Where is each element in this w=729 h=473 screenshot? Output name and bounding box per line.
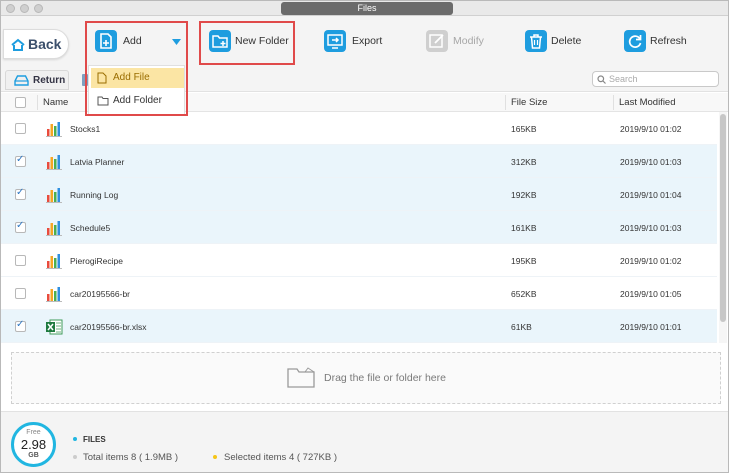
file-modified: 2019/9/10 01:03: [620, 223, 682, 233]
table-row[interactable]: car20195566-br 652KB 2019/9/10 01:05: [1, 277, 717, 310]
file-size: 652KB: [511, 289, 537, 299]
file-modified: 2019/9/10 01:03: [620, 157, 682, 167]
file-size: 165KB: [511, 124, 537, 134]
free-space-gauge: Free 2.98 GB: [11, 422, 56, 467]
footer: Free 2.98 GB FILES Total items 8 ( 1.9MB…: [1, 411, 728, 472]
modify-button[interactable]: Modify: [426, 30, 486, 58]
delete-button[interactable]: Delete: [525, 30, 585, 58]
back-button[interactable]: Back: [3, 29, 69, 59]
column-separator: [37, 95, 38, 110]
table-row[interactable]: ✓ car20195566-br.xlsx 61KB 2019/9/10 01:01: [1, 310, 717, 343]
file-size: 161KB: [511, 223, 537, 233]
files-dot: [73, 437, 77, 441]
file-size: 312KB: [511, 157, 537, 167]
checkmark-icon: ✓: [16, 220, 25, 231]
file-modified: 2019/9/10 01:02: [620, 256, 682, 266]
file-name: Running Log: [70, 190, 119, 200]
refresh-button[interactable]: Refresh: [624, 30, 687, 58]
window-title: Files: [281, 2, 453, 15]
file-name: PierogiRecipe: [70, 256, 123, 266]
return-button[interactable]: Return: [5, 70, 69, 90]
file-list: Stocks1 165KB 2019/9/10 01:02 ✓ Latvia Plann…: [1, 112, 717, 343]
column-separator: [613, 95, 614, 110]
minimize-window-button[interactable]: [20, 4, 29, 13]
numbers-chart-icon: [46, 287, 62, 302]
scrollbar-thumb[interactable]: [720, 114, 726, 322]
file-size: 192KB: [511, 190, 537, 200]
file-size: 195KB: [511, 256, 537, 266]
column-header-size[interactable]: File Size: [511, 97, 547, 108]
home-icon: [11, 38, 25, 51]
selected-items: Selected items 4 ( 727KB ): [224, 452, 337, 463]
title-bar: Files: [1, 1, 728, 16]
table-row[interactable]: ✓ Schedule5 161KB 2019/9/10 01:03: [1, 211, 717, 244]
select-all-checkbox[interactable]: [15, 97, 26, 108]
total-dot: [73, 455, 77, 459]
numbers-chart-icon: [46, 254, 62, 269]
highlight-box-add: [85, 21, 188, 116]
table-row[interactable]: Stocks1 165KB 2019/9/10 01:02: [1, 112, 717, 145]
row-checkbox[interactable]: [15, 123, 26, 134]
file-name: Schedule5: [70, 223, 111, 233]
file-name: car20195566-br.xlsx: [70, 322, 147, 332]
checkmark-icon: ✓: [16, 154, 25, 165]
numbers-chart-icon: [46, 155, 62, 170]
excel-icon: [46, 319, 63, 335]
drop-zone-label: Drag the file or folder here: [324, 372, 446, 384]
row-checkbox[interactable]: ✓: [15, 220, 26, 233]
zoom-window-button[interactable]: [34, 4, 43, 13]
row-checkbox[interactable]: ✓: [15, 187, 26, 200]
selected-dot: [213, 455, 217, 459]
export-icon: [324, 30, 346, 52]
free-label: Free: [26, 429, 41, 436]
free-value: 2.98: [20, 437, 47, 452]
drop-folder-icon: [287, 367, 315, 388]
table-row[interactable]: ✓ Running Log 192KB 2019/9/10 01:04: [1, 178, 717, 211]
file-modified: 2019/9/10 01:05: [620, 289, 682, 299]
highlight-box-new-folder: [199, 21, 295, 65]
column-separator: [505, 95, 506, 110]
row-checkbox[interactable]: [15, 288, 26, 299]
modify-label: Modify: [453, 35, 484, 47]
numbers-chart-icon: [46, 221, 62, 236]
refresh-label: Refresh: [650, 35, 687, 47]
row-checkbox[interactable]: [15, 255, 26, 266]
row-checkbox[interactable]: ✓: [15, 319, 26, 332]
export-button[interactable]: Export: [324, 30, 384, 58]
table-row[interactable]: ✓ Latvia Planner 312KB 2019/9/10 01:03: [1, 145, 717, 178]
file-modified: 2019/9/10 01:04: [620, 190, 682, 200]
numbers-chart-icon: [46, 122, 62, 137]
checkmark-icon: ✓: [16, 319, 25, 330]
drive-icon: [14, 75, 29, 86]
column-header-modified[interactable]: Last Modified: [619, 97, 676, 108]
checkmark-icon: ✓: [16, 187, 25, 198]
close-window-button[interactable]: [6, 4, 15, 13]
table-row[interactable]: PierogiRecipe 195KB 2019/9/10 01:02: [1, 244, 717, 277]
trash-icon: [525, 30, 547, 52]
files-window: Files Back Add New Folder Export Modify …: [0, 0, 729, 473]
total-items: Total items 8 ( 1.9MB ): [83, 452, 179, 463]
search-input[interactable]: Search: [592, 71, 719, 87]
file-modified: 2019/9/10 01:02: [620, 124, 682, 134]
file-name: Stocks1: [70, 124, 101, 134]
scrollbar[interactable]: [719, 112, 727, 343]
search-icon: [597, 75, 606, 84]
free-unit: GB: [28, 452, 39, 459]
row-checkbox[interactable]: ✓: [15, 154, 26, 167]
files-section-title: FILES: [83, 435, 106, 444]
refresh-icon: [624, 30, 646, 52]
modify-icon: [426, 30, 448, 52]
back-label: Back: [28, 36, 62, 52]
column-header-name[interactable]: Name: [43, 97, 68, 108]
file-name: Latvia Planner: [70, 157, 125, 167]
return-label: Return: [33, 75, 66, 86]
numbers-chart-icon: [46, 188, 62, 203]
file-size: 61KB: [511, 322, 532, 332]
drop-zone[interactable]: Drag the file or folder here: [11, 352, 721, 404]
export-label: Export: [352, 35, 383, 47]
search-placeholder: Search: [609, 74, 638, 84]
file-name: car20195566-br: [70, 289, 131, 299]
delete-label: Delete: [551, 35, 582, 47]
file-modified: 2019/9/10 01:01: [620, 322, 682, 332]
